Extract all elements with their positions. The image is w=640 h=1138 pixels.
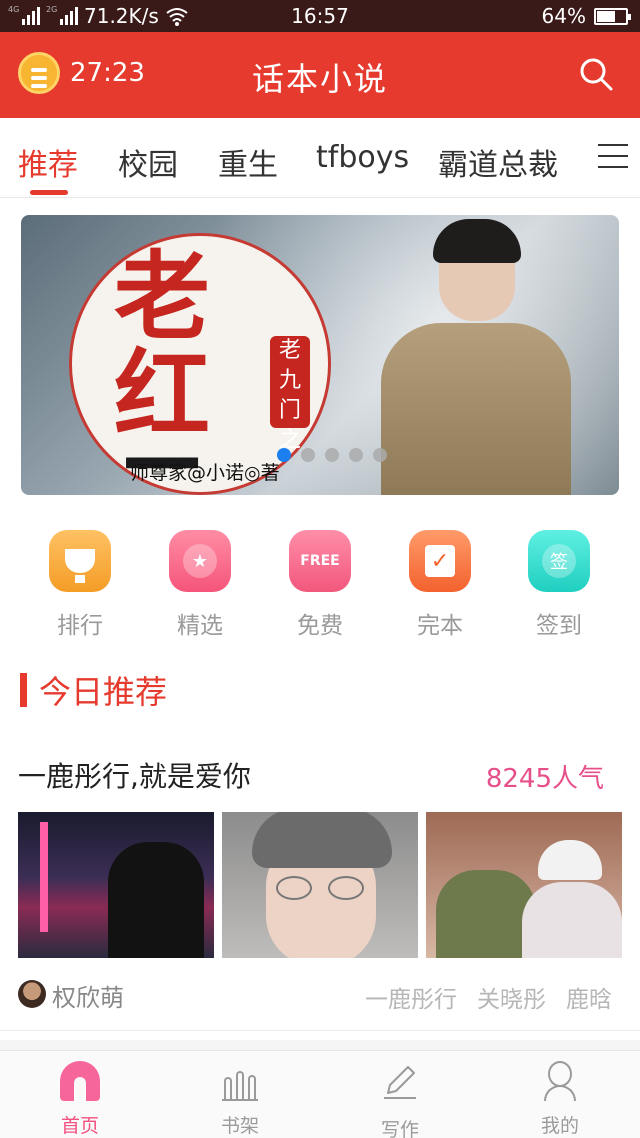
story-tags: 一鹿彤行 关晓彤 鹿晗 [365, 980, 612, 1014]
category-tabs: 推荐 校园 重生 tfboys 霸道总裁 [0, 118, 640, 198]
section-title: 今日推荐 [39, 673, 168, 711]
quick-free[interactable]: FREE 免费 [270, 530, 370, 640]
active-tab-indicator [30, 190, 68, 195]
quick-label: 签到 [536, 613, 582, 639]
trophy-icon [49, 530, 111, 592]
tab-tfboys[interactable]: tfboys [316, 140, 409, 175]
status-bar: 4G 2G 71.2K/s 16:57 64% [0, 0, 640, 32]
quick-ranking[interactable]: 排行 [30, 530, 130, 640]
section-accent-bar [20, 673, 27, 707]
pencil-icon [384, 1066, 416, 1099]
carousel-dot[interactable] [301, 448, 315, 462]
divider [0, 1040, 640, 1050]
carousel-dot[interactable] [325, 448, 339, 462]
story-image[interactable] [426, 812, 622, 958]
nav-label: 书架 [220, 1115, 259, 1137]
story-tag[interactable]: 一鹿彤行 [365, 980, 457, 1014]
bookshelf-icon [220, 1061, 260, 1101]
nav-me[interactable]: 我的 [500, 1061, 620, 1138]
quick-signin[interactable]: 签 签到 [509, 530, 609, 640]
carousel-dot[interactable] [277, 448, 291, 462]
avatar[interactable] [18, 980, 46, 1008]
bottom-nav: 首页 书架 写作 我的 [0, 1050, 640, 1138]
quick-completed[interactable]: ✓ 完本 [390, 530, 490, 640]
nav-home[interactable]: 首页 [20, 1061, 140, 1138]
star-icon: ★ [169, 530, 231, 592]
cover-character [381, 219, 571, 495]
quick-label: 排行 [57, 613, 103, 639]
quick-label: 完本 [417, 613, 463, 639]
carousel-dots [277, 448, 387, 462]
profile-icon [540, 1061, 580, 1101]
story-images[interactable] [18, 812, 622, 958]
signin-icon: 签 [528, 530, 590, 592]
battery-icon [594, 7, 631, 25]
battery-percent: 64% [541, 4, 586, 28]
quick-nav: 排行 ★ 精选 FREE 免费 ✓ 完本 签 签到 [0, 530, 640, 640]
featured-banner[interactable]: 老红 二月 老九门之 师尊家@小诺◎著 [21, 215, 619, 495]
tab-domineering-ceo[interactable]: 霸道总裁 [438, 140, 558, 184]
banner-author: 师尊家@小诺◎著 [130, 462, 280, 484]
status-right: 64% [541, 4, 631, 28]
battery-fill [597, 10, 615, 22]
free-badge-text: FREE [300, 553, 340, 569]
author-name[interactable]: 权欣萌 [52, 978, 124, 1013]
nav-write[interactable]: 写作 [340, 1061, 460, 1138]
app-header: 27:23 话本小说 [0, 32, 640, 118]
quick-label: 精选 [177, 613, 223, 639]
tab-rebirth[interactable]: 重生 [218, 140, 278, 184]
story-tag[interactable]: 关晓彤 [477, 980, 546, 1014]
tab-recommend[interactable]: 推荐 [18, 140, 78, 184]
signin-badge-text: 签 [542, 544, 576, 578]
search-icon[interactable] [578, 56, 614, 92]
story-meta: 权欣萌 一鹿彤行 关晓彤 鹿晗 [18, 978, 622, 1014]
story-image[interactable] [222, 812, 418, 958]
section-header: 今日推荐 [20, 670, 168, 711]
check-icon: ✓ [409, 530, 471, 592]
popularity-count: 8245人气 [485, 764, 604, 794]
divider [0, 1030, 640, 1031]
story-image[interactable] [18, 812, 214, 958]
story-tag[interactable]: 鹿晗 [566, 980, 612, 1014]
nav-label: 写作 [380, 1119, 419, 1138]
nav-bookshelf[interactable]: 书架 [180, 1061, 300, 1138]
nav-label: 首页 [60, 1115, 99, 1137]
series-stamp: 老九门之 [270, 336, 310, 453]
tab-campus[interactable]: 校园 [118, 140, 178, 184]
story-title[interactable]: 一鹿彤行,就是爱你 [18, 755, 251, 795]
carousel-dot[interactable] [349, 448, 363, 462]
app-title: 话本小说 [251, 60, 388, 98]
quick-featured[interactable]: ★ 精选 [150, 530, 250, 640]
menu-icon[interactable] [598, 144, 628, 168]
free-icon: FREE [289, 530, 351, 592]
carousel-dot[interactable] [373, 448, 387, 462]
nav-label: 我的 [540, 1115, 579, 1137]
quick-label: 免费 [297, 613, 343, 639]
home-icon [60, 1061, 100, 1101]
